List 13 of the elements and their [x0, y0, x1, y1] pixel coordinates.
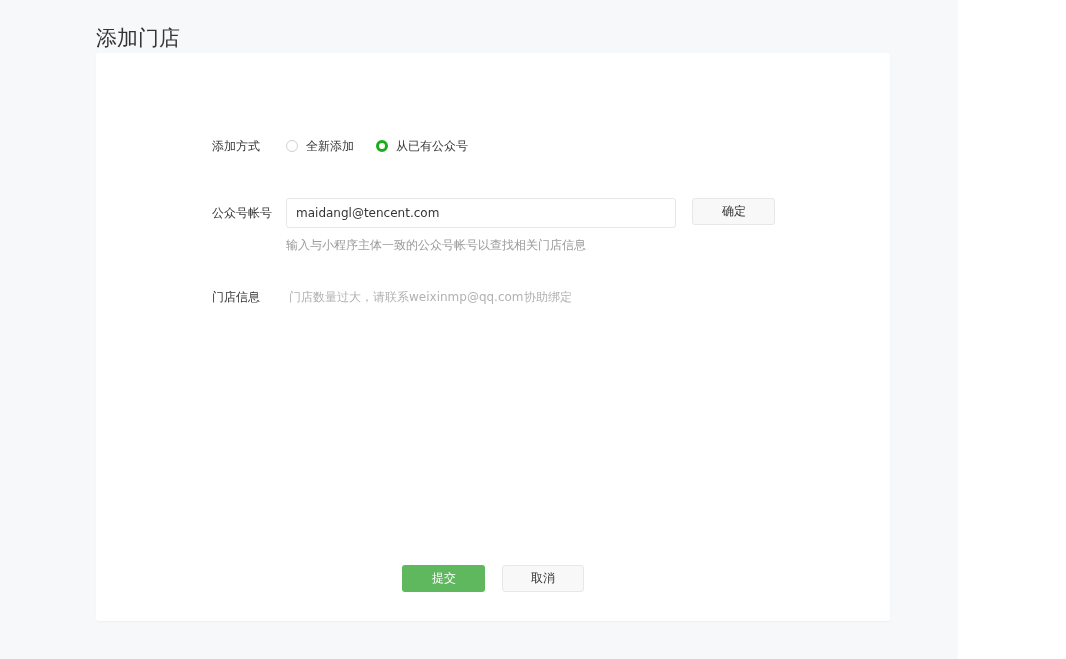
radio-option[interactable]: 从已有公众号 — [376, 137, 468, 155]
field-label: 门店信息 — [212, 289, 261, 306]
confirm-button[interactable]: 确定 — [692, 198, 775, 225]
account-input-field[interactable]: maidangl@tencent.com — [286, 198, 676, 228]
hint-text: 输入与小程序主体一致的公众号帐号以查找相关门店信息 — [286, 238, 587, 253]
cancel-button[interactable]: 取消 — [502, 565, 584, 592]
radio-option[interactable]: 全新添加 — [286, 137, 354, 155]
store-info-message: 门店数量过大，请联系weixinmp@qq.com协助绑定 — [288, 289, 572, 306]
field-label: 公众号帐号 — [212, 205, 273, 222]
radio-label: 从已有公众号 — [396, 137, 468, 155]
radio-label: 全新添加 — [306, 137, 354, 155]
field-label: 添加方式 — [212, 137, 261, 155]
page-title: 添加门店 — [96, 25, 181, 52]
